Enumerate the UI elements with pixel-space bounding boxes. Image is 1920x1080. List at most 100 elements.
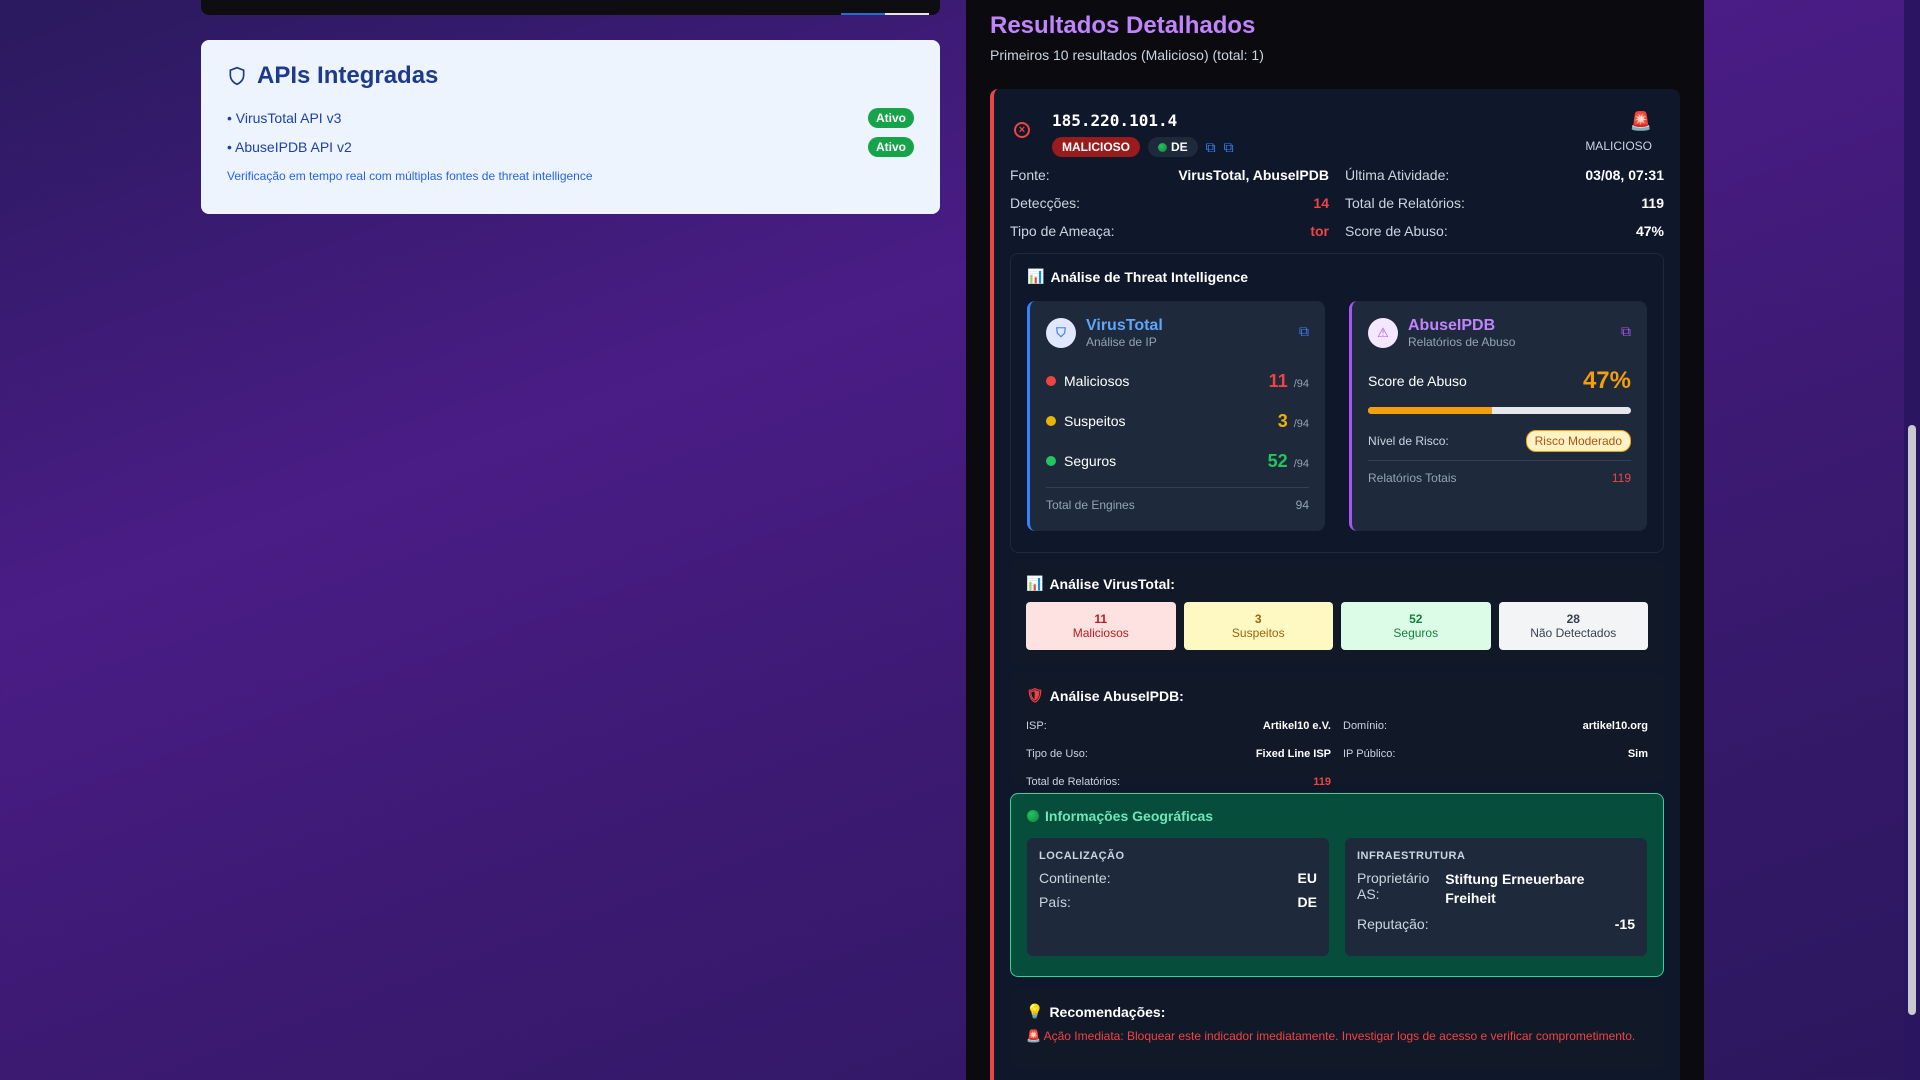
risk-row: Nível de Risco: Risco Moderado [1368,430,1631,461]
summary-value: 11 [1094,612,1108,626]
bar-chart-icon: 📊 [1026,575,1044,591]
siren-icon: 🚨 [1026,1029,1041,1043]
threat-intel-section: 📊 Análise de Threat Intelligence ⛉ Virus… [1010,253,1664,553]
results-panel: Resultados Detalhados Primeiros 10 resul… [966,0,1704,1080]
api-label: • AbuseIPDB API v2 [227,139,352,155]
warning-triangle-icon: ⚠ [1368,318,1398,348]
verdict-badge: MALICIOSO [1052,137,1140,157]
external-link-icon[interactable]: ⧉ [1224,139,1234,156]
external-link-icon[interactable]: ⧉ [1621,323,1631,340]
geo-value: EU [1297,870,1317,886]
risk-label: Nível de Risco: [1368,434,1449,448]
isp-row: ISP: Artikel10 e.V. [1026,712,1331,740]
progress-segment [841,13,885,15]
abuseipdb-analysis-title: Análise AbuseIPDB: [1049,687,1184,704]
vt-total-value: 94 [1295,498,1309,512]
continent-row: Continente: EU [1039,870,1317,886]
fact-label: Total de Relatórios: [1345,195,1465,211]
summary-safe: 52 Seguros [1341,602,1491,650]
infrastructure-card: INFRAESTRUTURA Proprietário AS: Stiftung … [1345,838,1647,956]
external-link-icon[interactable]: ⧉ [1299,323,1309,340]
vt-row-value: 11 [1268,370,1288,391]
fact-value: 03/08, 07:31 [1585,167,1664,183]
vt-row-of: /94 [1293,377,1309,390]
abuse-score-bar-fill [1368,407,1492,414]
page-scrollbar[interactable] [1904,0,1920,1080]
country-badge: DE [1148,137,1198,157]
geo-label: Reputação: [1357,916,1429,932]
fact-deteccoes: Detecções: 14 [1010,189,1329,217]
total-reports-row: Total de Relatórios: 119 [1026,768,1331,796]
recommendations-heading: 💡 Recomendações: [1026,1003,1648,1020]
ip-address: 185.220.101.4 [1052,111,1178,130]
fact-label: Tipo de Ameaça: [1010,223,1115,239]
vt-row-value: 52 [1267,450,1288,471]
vt-row-label: Seguros [1064,453,1117,469]
summary-value: 52 [1409,612,1423,626]
abuse-reports-value: 119 [1611,471,1631,485]
external-link-icon[interactable]: ⧉ [1206,139,1216,156]
recommendation-body: Ação Imediata: Bloquear este indicador i… [1043,1029,1636,1043]
apis-heading: APIs Integradas [227,62,914,90]
ab-label: Tipo de Uso: [1026,748,1088,760]
geo-value: Stiftung Erneuerbare Freiheit [1445,871,1585,906]
ab-value: Artikel10 e.V. [1262,720,1331,732]
vt-summary-section: 📊 Análise VirusTotal: 11 Maliciosos 3 Susp… [1010,561,1664,665]
fact-value: 47% [1635,223,1664,239]
virustotal-subtitle: Análise de IP [1086,335,1157,349]
globe-icon [1158,142,1167,152]
abuse-reports-row: Relatórios Totais 119 [1368,471,1631,485]
vt-row-of: /94 [1293,457,1309,470]
infrastructure-heading: INFRAESTRUTURA [1357,850,1466,862]
geo-title: Informações Geográficas [1045,808,1214,824]
fact-value: tor [1310,223,1329,239]
abuse-score-bar [1368,407,1631,414]
shield-icon [229,66,245,86]
summary-malicious: 11 Maliciosos [1026,602,1176,650]
result-header: × 185.220.101.4 MALICIOSO DE ⧉ ⧉ 🚨 MALIC… [1010,89,1664,157]
scrollbar-thumb[interactable] [1908,425,1916,1015]
geo-section: Informações Geográficas LOCALIZAÇÃO Cont… [1010,793,1664,977]
fact-atividade: Última Atividade: 03/08, 07:31 [1345,161,1664,189]
fact-relatorios: Total de Relatórios: 119 [1345,189,1664,217]
status-dot [1046,456,1056,466]
location-heading: LOCALIZAÇÃO [1039,850,1125,862]
fact-fonte: Fonte: VirusTotal, AbuseIPDB [1010,161,1329,189]
virustotal-name: VirusTotal [1086,317,1163,334]
status-badge: Ativo [868,108,914,128]
ab-value: Sim [1627,748,1648,760]
vt-total-label: Total de Engines [1046,498,1135,512]
error-circle-icon: × [1014,122,1030,138]
progress-segment [885,13,929,15]
fact-value: VirusTotal, AbuseIPDB [1178,167,1329,183]
usage-row: Tipo de Uso: Fixed Line ISP [1026,740,1331,768]
ab-label: IP Público: [1343,748,1396,760]
fact-label: Detecções: [1010,195,1081,211]
vt-row-value: 3 [1277,410,1288,431]
ab-label: Domínio: [1343,720,1388,732]
domain-row: Domínio: artikel10.org [1343,712,1648,740]
results-title: Resultados Detalhados [990,12,1256,39]
api-label: • VirusTotal API v3 [227,110,342,126]
summary-suspicious: 3 Suspeitos [1183,602,1333,650]
abuseipdb-analysis-heading: 🛡 Análise AbuseIPDB: [1026,687,1648,704]
verdict-label: MALICIOSO [1585,139,1652,153]
result-facts: Fonte: VirusTotal, AbuseIPDB Última Ativi… [1010,161,1664,245]
shield-icon: ⛉ [1046,318,1076,348]
virustotal-card: ⛉ VirusTotal Análise de IP ⧉ Maliciosos … [1027,301,1325,531]
vt-row-label: Suspeitos [1064,413,1126,429]
summary-value: 28 [1566,612,1580,626]
apis-title: APIs Integradas [257,62,439,89]
result-card: × 185.220.101.4 MALICIOSO DE ⧉ ⧉ 🚨 MALIC… [990,89,1680,1080]
summary-value: 3 [1254,612,1262,626]
vt-row-of: /94 [1293,417,1309,430]
geo-label: Continente: [1039,870,1111,886]
vt-total: Total de Engines 94 [1046,487,1309,512]
abuse-score-label: Score de Abuso [1368,373,1467,389]
summary-undetected: 28 Não Detectados [1498,602,1648,650]
recommendations-title: Recomendações: [1049,1003,1166,1020]
geo-value: DE [1297,894,1317,910]
fact-tipo: Tipo de Ameaça: tor [1010,217,1329,245]
summary-label: Suspeitos [1231,626,1285,640]
country-code: DE [1171,140,1188,154]
